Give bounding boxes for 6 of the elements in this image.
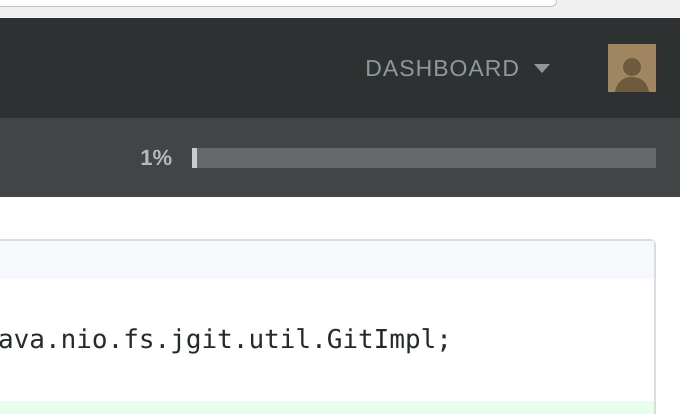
address-field[interactable] bbox=[0, 0, 557, 7]
code-text: ava.nio.fs.jgit.util.GitImpl; bbox=[0, 325, 452, 355]
caret-icon bbox=[534, 64, 550, 72]
avatar-placeholder[interactable] bbox=[608, 44, 656, 92]
progress-reading: 1% bbox=[140, 144, 172, 170]
dashboard-menu[interactable]: DASHBOARD bbox=[365, 54, 550, 82]
